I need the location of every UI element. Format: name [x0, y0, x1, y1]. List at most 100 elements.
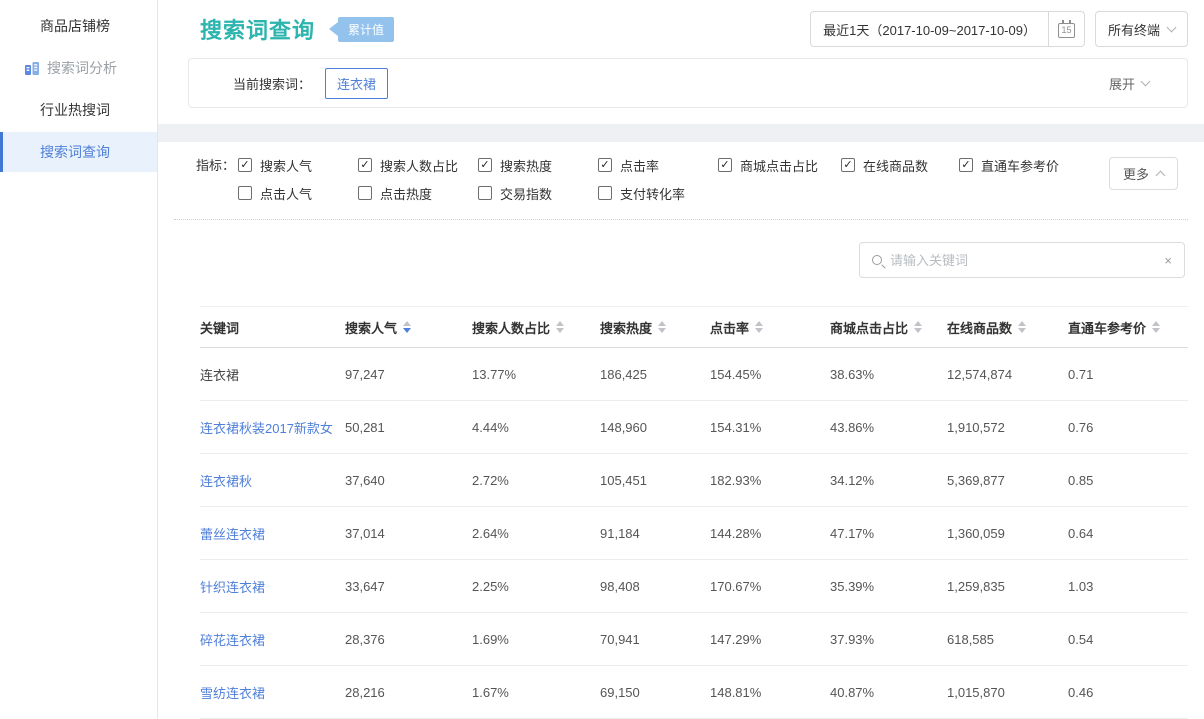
metric-checkbox-点击率[interactable]: ✓点击率	[598, 156, 718, 175]
value-cell: 0.76	[1068, 420, 1188, 435]
date-range-text[interactable]: 最近1天（2017-10-09~2017-10-09）	[811, 12, 1048, 46]
column-header-label: 点击率	[710, 318, 749, 337]
checkbox-checked-icon[interactable]: ✓	[358, 158, 372, 172]
metric-checkbox-label: 点击热度	[380, 184, 432, 203]
expand-button[interactable]: 展开	[1109, 74, 1167, 93]
checkbox-checked-icon[interactable]: ✓	[718, 158, 732, 172]
section-gap	[158, 124, 1204, 142]
metric-checkbox-点击人气[interactable]: 点击人气	[238, 184, 358, 203]
value-cell: 144.28%	[710, 526, 830, 541]
sort-icon[interactable]	[1017, 319, 1027, 335]
keyword-cell: 碎花连衣裙	[200, 630, 345, 649]
keyword-cell: 蕾丝连衣裙	[200, 524, 345, 543]
sort-icon[interactable]	[402, 319, 412, 335]
checkbox-unchecked-icon[interactable]	[478, 186, 492, 200]
sidebar-item-search-word-query[interactable]: 搜索词查询	[0, 132, 157, 172]
keyword-search-input[interactable]	[890, 253, 1156, 268]
table-row: 蕾丝连衣裙37,0142.64%91,184144.28%47.17%1,360…	[200, 507, 1188, 560]
top-header-card: 搜索词查询 累计值 最近1天（2017-10-09~2017-10-09） 15…	[158, 0, 1204, 124]
keyword-link[interactable]: 针织连衣裙	[200, 580, 265, 595]
metric-checkbox-搜索热度[interactable]: ✓ 搜索热度	[478, 156, 598, 175]
value-cell: 43.86%	[830, 420, 947, 435]
sidebar-item-industry-hot-words[interactable]: 行业热搜词	[0, 90, 157, 130]
sidebar-item-product-shop-ranking[interactable]: 商品店铺榜	[0, 6, 157, 46]
value-cell: 1,015,870	[947, 685, 1068, 700]
checkbox-checked-icon[interactable]: ✓	[478, 158, 492, 172]
metric-checkbox-搜索人气[interactable]: ✓搜索人气	[238, 156, 358, 175]
metric-checkbox-label: 搜索热度	[500, 156, 552, 175]
keywords-table: 关键词 搜索人气 搜索人数占比搜索热度点击率 商城点击占比 在线商品数直通车参考价 连衣…	[200, 306, 1188, 719]
keyword-cell: 连衣裙	[200, 365, 345, 384]
sort-icon[interactable]	[913, 319, 923, 335]
value-cell: 154.45%	[710, 367, 830, 382]
value-cell: 182.93%	[710, 473, 830, 488]
main-content: 搜索词查询 累计值 最近1天（2017-10-09~2017-10-09） 15…	[158, 0, 1204, 719]
metric-checkbox-交易指数[interactable]: 交易指数	[478, 184, 598, 203]
value-cell: 34.12%	[830, 473, 947, 488]
table-row: 碎花连衣裙28,3761.69%70,941147.29%37.93%618,5…	[200, 613, 1188, 666]
checkbox-unchecked-icon[interactable]	[238, 186, 252, 200]
sort-icon[interactable]	[555, 319, 565, 335]
chevron-up-icon	[1156, 171, 1166, 181]
keyword-link[interactable]: 连衣裙秋	[200, 474, 252, 489]
column-header-label: 关键词	[200, 318, 239, 337]
calendar-button[interactable]: 15	[1048, 12, 1084, 46]
value-cell: 618,585	[947, 632, 1068, 647]
clear-input-icon[interactable]: ×	[1156, 253, 1172, 268]
value-cell: 40.87%	[830, 685, 947, 700]
column-header-直通车参考价[interactable]: 直通车参考价	[1068, 318, 1188, 337]
keyword-link[interactable]: 雪纺连衣裙	[200, 686, 265, 701]
column-header-搜索人气[interactable]: 搜索人气	[345, 318, 472, 337]
checkbox-unchecked-icon[interactable]	[598, 186, 612, 200]
search-term-tag[interactable]: 连衣裙	[325, 68, 388, 99]
checkbox-checked-icon[interactable]: ✓	[959, 158, 973, 172]
expand-label: 展开	[1109, 74, 1135, 93]
metric-checkbox-在线商品数[interactable]: ✓在线商品数	[841, 156, 959, 175]
metric-checkbox-支付转化率[interactable]: 支付转化率	[598, 184, 718, 203]
table-row: 连衣裙秋37,6402.72%105,451182.93%34.12%5,369…	[200, 454, 1188, 507]
value-cell: 0.64	[1068, 526, 1188, 541]
checkbox-checked-icon[interactable]: ✓	[841, 158, 855, 172]
metric-checkbox-商城点击占比[interactable]: ✓商城点击占比	[718, 156, 841, 175]
keyword-link[interactable]: 连衣裙秋装2017新款女	[200, 421, 333, 436]
metrics-section: 指标： ✓搜索人气✓搜索人数占比✓搜索热度✓点击率✓商城点击占比✓在线商品数✓直…	[158, 152, 1204, 206]
checkbox-checked-icon[interactable]: ✓	[238, 158, 252, 172]
keyword-search-row: ×	[158, 220, 1204, 302]
value-cell: 170.67%	[710, 579, 830, 594]
metric-checkbox-直通车参考价[interactable]: ✓直通车参考价	[959, 156, 1059, 175]
column-header-搜索热度[interactable]: 搜索热度	[600, 318, 710, 337]
column-header-点击率[interactable]: 点击率	[710, 318, 830, 337]
sidebar-group-search-word-analysis[interactable]: 搜索词分析	[0, 48, 157, 88]
table-header: 关键词 搜索人气 搜索人数占比搜索热度点击率 商城点击占比 在线商品数直通车参考价	[200, 306, 1188, 348]
sidebar-group-label: 搜索词分析	[47, 58, 117, 78]
date-range-picker[interactable]: 最近1天（2017-10-09~2017-10-09） 15	[810, 11, 1085, 47]
value-cell: 37.93%	[830, 632, 947, 647]
more-button[interactable]: 更多	[1109, 157, 1178, 190]
table-row: 连衣裙秋装2017新款女50,2814.44%148,960154.31%43.…	[200, 401, 1188, 454]
metric-checkbox-点击热度[interactable]: 点击热度	[358, 184, 478, 203]
current-search-term-label: 当前搜索词：	[233, 74, 311, 93]
column-header-商城点击占比[interactable]: 商城点击占比	[830, 318, 947, 337]
sort-icon[interactable]	[1151, 319, 1161, 335]
column-header-在线商品数[interactable]: 在线商品数	[947, 318, 1068, 337]
metric-checkbox-label: 交易指数	[500, 184, 552, 203]
checkbox-unchecked-icon[interactable]	[358, 186, 372, 200]
metric-checkbox-搜索人数占比[interactable]: ✓ 搜索人数占比	[358, 156, 478, 175]
keyword-cell: 连衣裙秋	[200, 471, 345, 490]
value-cell: 1,910,572	[947, 420, 1068, 435]
metric-checkbox-label: 搜索人数占比	[380, 156, 458, 175]
value-cell: 28,216	[345, 685, 472, 700]
column-header-关键词: 关键词	[200, 318, 345, 337]
keyword-link[interactable]: 蕾丝连衣裙	[200, 527, 265, 542]
checkbox-checked-icon[interactable]: ✓	[598, 158, 612, 172]
column-header-label: 搜索人气	[345, 318, 397, 337]
keyword-text: 连衣裙	[200, 368, 239, 383]
terminal-filter-dropdown[interactable]: 所有终端	[1095, 11, 1188, 47]
sort-icon[interactable]	[657, 319, 667, 335]
metrics-row-1: ✓搜索人气✓搜索人数占比✓搜索热度✓点击率✓商城点击占比✓在线商品数✓直通车参考…	[238, 152, 1188, 178]
column-header-label: 商城点击占比	[830, 318, 908, 337]
keyword-link[interactable]: 碎花连衣裙	[200, 633, 265, 648]
sort-icon[interactable]	[754, 319, 764, 335]
column-header-搜索人数占比[interactable]: 搜索人数占比	[472, 318, 600, 337]
keyword-search-box[interactable]: ×	[859, 242, 1185, 278]
